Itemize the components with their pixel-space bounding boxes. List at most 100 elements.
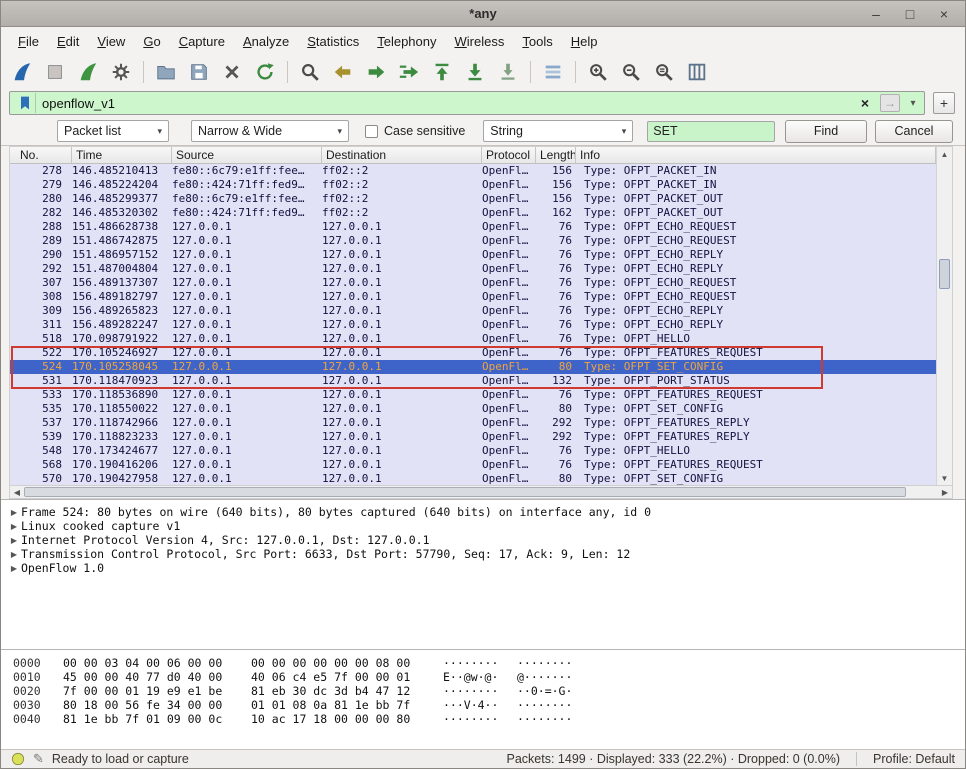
packet-row-311[interactable]: 311 156.489282247 127.0.0.1 127.0.0.1 OpenFl… bbox=[10, 318, 936, 332]
filter-bookmark-button[interactable] bbox=[14, 93, 36, 113]
hex-row[interactable]: 0030 80 18 00 56 fe 34 00 00 01 01 08 0a 8… bbox=[1, 698, 965, 712]
packet-row-531[interactable]: 531 170.118470923 127.0.0.1 127.0.0.1 OpenFl… bbox=[10, 374, 936, 388]
scroll-down-arrow-icon[interactable]: ▼ bbox=[937, 471, 952, 485]
horizontal-scrollbar[interactable]: ◀ ▶ bbox=[9, 485, 953, 499]
packet-row-282[interactable]: 282 146.485320302 fe80::424:71ff:fed9… ff02… bbox=[10, 206, 936, 220]
go-to-top-button[interactable] bbox=[427, 58, 457, 86]
menu-analyze[interactable]: Analyze bbox=[234, 31, 298, 52]
packet-row-522[interactable]: 522 170.105246927 127.0.0.1 127.0.0.1 OpenFl… bbox=[10, 346, 936, 360]
packet-row-539[interactable]: 539 170.118823233 127.0.0.1 127.0.0.1 OpenFl… bbox=[10, 430, 936, 444]
restart-capture-button[interactable] bbox=[73, 58, 103, 86]
menu-go[interactable]: Go bbox=[134, 31, 169, 52]
expand-arrow-icon[interactable]: ▶ bbox=[7, 564, 21, 573]
column-header-source[interactable]: Source bbox=[172, 147, 322, 163]
menu-help[interactable]: Help bbox=[562, 31, 607, 52]
filter-dropdown-caret[interactable]: ▾ bbox=[906, 98, 920, 109]
cancel-button[interactable]: Cancel bbox=[875, 119, 953, 143]
column-header-info[interactable]: Info bbox=[576, 147, 936, 163]
filter-expression-text[interactable]: openflow_v1 bbox=[42, 96, 850, 111]
find-packet-button[interactable] bbox=[295, 58, 325, 86]
packet-row-518[interactable]: 518 170.098791922 127.0.0.1 127.0.0.1 OpenFl… bbox=[10, 332, 936, 346]
go-back-button[interactable] bbox=[328, 58, 358, 86]
filter-clear-button[interactable]: × bbox=[856, 95, 874, 111]
scroll-left-arrow-icon[interactable]: ◀ bbox=[10, 486, 24, 498]
filter-apply-button[interactable]: → bbox=[880, 94, 900, 112]
column-header-time[interactable]: Time bbox=[72, 147, 172, 163]
packet-row-568[interactable]: 568 170.190416206 127.0.0.1 127.0.0.1 OpenFl… bbox=[10, 458, 936, 472]
vertical-scrollbar[interactable]: ▲ ▼ bbox=[936, 147, 952, 485]
colorize-packets-button[interactable] bbox=[538, 58, 568, 86]
menu-file[interactable]: File bbox=[9, 31, 48, 52]
detail-row[interactable]: ▶ Internet Protocol Version 4, Src: 127.0… bbox=[1, 533, 965, 547]
stop-capture-button[interactable] bbox=[40, 58, 70, 86]
auto-scroll-button[interactable] bbox=[493, 58, 523, 86]
detail-row[interactable]: ▶ OpenFlow 1.0 bbox=[1, 561, 965, 575]
hex-row[interactable]: 0020 7f 00 00 01 19 e9 e1 be 81 eb 30 dc 3… bbox=[1, 684, 965, 698]
packet-row-280[interactable]: 280 146.485299377 fe80::6c79:e1ff:fee… ff02… bbox=[10, 192, 936, 206]
open-file-button[interactable] bbox=[151, 58, 181, 86]
zoom-out-button[interactable] bbox=[616, 58, 646, 86]
display-filter-input[interactable]: openflow_v1 × → ▾ bbox=[9, 91, 925, 115]
packet-row-524[interactable]: 524 170.105258045 127.0.0.1 127.0.0.1 OpenFl… bbox=[10, 360, 936, 374]
case-sensitive-checkbox[interactable] bbox=[365, 124, 378, 138]
menu-tools[interactable]: Tools bbox=[513, 31, 561, 52]
capture-comment-icon[interactable]: ✎ bbox=[33, 751, 44, 767]
column-header-destination[interactable]: Destination bbox=[322, 147, 482, 163]
packet-row-533[interactable]: 533 170.118536890 127.0.0.1 127.0.0.1 OpenFl… bbox=[10, 388, 936, 402]
expand-arrow-icon[interactable]: ▶ bbox=[7, 550, 21, 559]
packet-row-570[interactable]: 570 170.190427958 127.0.0.1 127.0.0.1 OpenFl… bbox=[10, 472, 936, 485]
packet-row-537[interactable]: 537 170.118742966 127.0.0.1 127.0.0.1 OpenFl… bbox=[10, 416, 936, 430]
packet-row-307[interactable]: 307 156.489137307 127.0.0.1 127.0.0.1 OpenFl… bbox=[10, 276, 936, 290]
start-capture-button[interactable] bbox=[7, 58, 37, 86]
scroll-right-arrow-icon[interactable]: ▶ bbox=[938, 486, 952, 498]
hex-row[interactable]: 0040 81 1e bb 7f 01 09 00 0c 10 ac 17 18 0… bbox=[1, 712, 965, 726]
expert-info-icon[interactable] bbox=[11, 752, 25, 766]
packet-row-309[interactable]: 309 156.489265823 127.0.0.1 127.0.0.1 OpenFl… bbox=[10, 304, 936, 318]
packet-row-535[interactable]: 535 170.118550022 127.0.0.1 127.0.0.1 OpenFl… bbox=[10, 402, 936, 416]
resize-columns-button[interactable] bbox=[682, 58, 712, 86]
menu-edit[interactable]: Edit bbox=[48, 31, 88, 52]
column-header-no[interactable]: No. bbox=[10, 147, 72, 163]
go-to-packet-button[interactable] bbox=[394, 58, 424, 86]
packet-row-288[interactable]: 288 151.486628738 127.0.0.1 127.0.0.1 OpenFl… bbox=[10, 220, 936, 234]
packet-row-279[interactable]: 279 146.485224204 fe80::424:71ff:fed9… ff02… bbox=[10, 178, 936, 192]
maximize-button[interactable]: □ bbox=[899, 3, 921, 25]
expand-arrow-icon[interactable]: ▶ bbox=[7, 508, 21, 517]
menu-capture[interactable]: Capture bbox=[170, 31, 234, 52]
column-header-length[interactable]: Length bbox=[536, 147, 576, 163]
menu-view[interactable]: View bbox=[88, 31, 134, 52]
filter-add-button[interactable]: + bbox=[933, 92, 955, 114]
find-button[interactable]: Find bbox=[785, 119, 867, 143]
menu-statistics[interactable]: Statistics bbox=[298, 31, 368, 52]
column-header-protocol[interactable]: Protocol bbox=[482, 147, 536, 163]
close-file-button[interactable] bbox=[217, 58, 247, 86]
expand-arrow-icon[interactable]: ▶ bbox=[7, 522, 21, 531]
zoom-reset-button[interactable] bbox=[649, 58, 679, 86]
go-to-bottom-button[interactable] bbox=[460, 58, 490, 86]
find-scope-select[interactable]: Packet list ▾ bbox=[57, 120, 169, 142]
detail-row[interactable]: ▶ Transmission Control Protocol, Src Port… bbox=[1, 547, 965, 561]
reload-file-button[interactable] bbox=[250, 58, 280, 86]
expand-arrow-icon[interactable]: ▶ bbox=[7, 536, 21, 545]
horizontal-scrollbar-thumb[interactable] bbox=[24, 487, 906, 497]
menu-telephony[interactable]: Telephony bbox=[368, 31, 445, 52]
packet-row-308[interactable]: 308 156.489182797 127.0.0.1 127.0.0.1 OpenFl… bbox=[10, 290, 936, 304]
detail-row[interactable]: ▶ Linux cooked capture v1 bbox=[1, 519, 965, 533]
save-file-button[interactable] bbox=[184, 58, 214, 86]
packet-row-289[interactable]: 289 151.486742875 127.0.0.1 127.0.0.1 OpenFl… bbox=[10, 234, 936, 248]
minimize-button[interactable]: – bbox=[865, 3, 887, 25]
case-sensitive-option[interactable]: Case sensitive bbox=[365, 124, 465, 138]
packet-row-548[interactable]: 548 170.173424677 127.0.0.1 127.0.0.1 OpenFl… bbox=[10, 444, 936, 458]
find-type-select[interactable]: String ▾ bbox=[483, 120, 634, 142]
hex-row[interactable]: 0010 45 00 00 40 77 d0 40 00 40 06 c4 e5 7… bbox=[1, 670, 965, 684]
find-query-input[interactable]: SET bbox=[647, 120, 776, 142]
zoom-in-button[interactable] bbox=[583, 58, 613, 86]
menu-wireless[interactable]: Wireless bbox=[446, 31, 514, 52]
packet-row-292[interactable]: 292 151.487004804 127.0.0.1 127.0.0.1 OpenFl… bbox=[10, 262, 936, 276]
find-charset-select[interactable]: Narrow & Wide ▾ bbox=[191, 120, 349, 142]
packet-row-290[interactable]: 290 151.486957152 127.0.0.1 127.0.0.1 OpenFl… bbox=[10, 248, 936, 262]
packet-row-278[interactable]: 278 146.485210413 fe80::6c79:e1ff:fee… ff02… bbox=[10, 164, 936, 178]
capture-options-button[interactable] bbox=[106, 58, 136, 86]
vertical-scrollbar-thumb[interactable] bbox=[939, 259, 950, 289]
profile-text[interactable]: Profile: Default bbox=[856, 752, 955, 766]
